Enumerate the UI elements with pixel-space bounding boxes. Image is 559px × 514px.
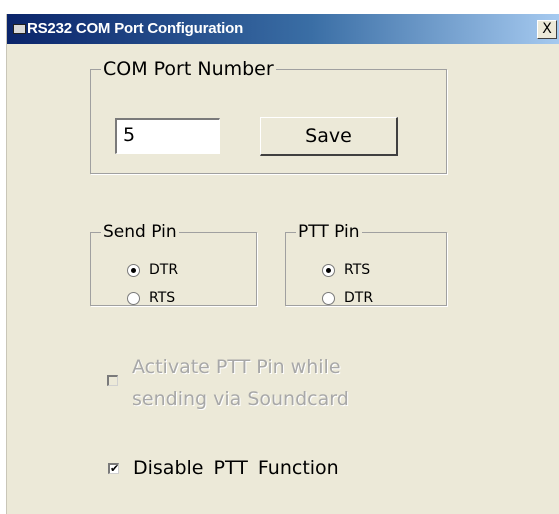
com-port-group: COM Port Number	[90, 58, 447, 174]
send-pin-option-dtr[interactable]: DTR	[127, 260, 178, 280]
app-icon	[13, 24, 26, 34]
close-button[interactable]: X	[537, 20, 557, 39]
send-pin-dtr-label: DTR	[149, 262, 179, 278]
radio-ptt-rts[interactable]	[322, 263, 335, 277]
ptt-pin-option-rts[interactable]: RTS	[322, 260, 370, 280]
radio-dtr[interactable]	[127, 263, 140, 277]
send-pin-option-rts[interactable]: RTS	[127, 288, 175, 308]
window-title: RS232 COM Port Configuration	[27, 20, 244, 37]
ptt-pin-dtr-label: DTR	[344, 290, 374, 306]
disable-ptt-checkbox[interactable]: ✔	[108, 463, 119, 474]
radio-ptt-dtr[interactable]	[322, 291, 335, 305]
ptt-pin-legend: PTT Pin	[298, 222, 360, 242]
activate-ptt-label: Activate PTT Pin while sending via Sound…	[132, 351, 349, 415]
ptt-pin-option-dtr[interactable]: DTR	[322, 288, 373, 308]
ptt-pin-rts-label: RTS	[344, 262, 371, 278]
save-button[interactable]: Save	[260, 117, 398, 156]
disable-ptt-label: Disable PTT Function	[133, 457, 339, 479]
title-bar[interactable]: RS232 COM Port Configuration X	[7, 14, 559, 44]
activate-ptt-option[interactable]: Activate PTT Pin while sending via Sound…	[107, 351, 349, 415]
activate-ptt-checkbox[interactable]	[107, 375, 118, 386]
disable-ptt-option[interactable]: ✔ Disable PTT Function	[108, 457, 339, 479]
com-port-input[interactable]: 5	[115, 118, 220, 154]
activate-ptt-label-line1: Activate PTT Pin while	[132, 356, 341, 378]
com-port-legend: COM Port Number	[103, 58, 274, 80]
radio-rts[interactable]	[127, 291, 140, 305]
send-pin-rts-label: RTS	[149, 290, 176, 306]
activate-ptt-label-line2: sending via Soundcard	[132, 388, 349, 410]
send-pin-legend: Send Pin	[103, 222, 177, 242]
